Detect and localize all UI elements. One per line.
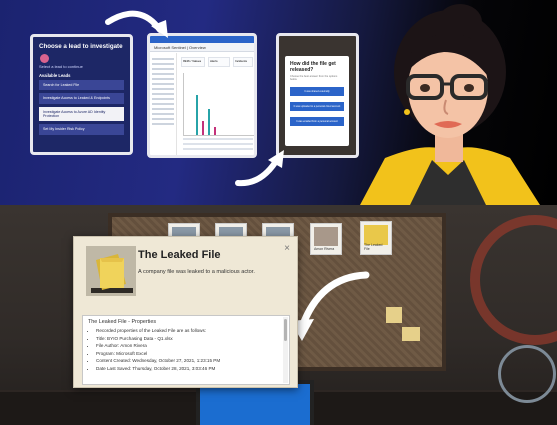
list-item: Recorded properties of the Leaked File a… [96,327,279,335]
properties-panel[interactable]: The Leaked File - Properties Recorded pr… [82,315,290,385]
close-icon[interactable]: × [284,243,290,254]
scrollbar-thumb[interactable] [284,319,287,341]
list-item: Program: Microsoft Excel [96,350,279,358]
dialog-title: The Leaked File [138,249,221,261]
properties-list: Recorded properties of the Leaked File a… [88,327,279,372]
scrollbar[interactable] [283,317,288,383]
file-thumbnail [86,246,136,296]
list-item: Title: BYIO Purchasing Data - Q1.xlsx [96,335,279,343]
list-item: File Author: Amon Rivera [96,342,279,350]
list-item: Date Last Saved: Thursday, October 28, 2… [96,365,279,373]
tutorial-banner: Choose a lead to investigate Select a le… [0,0,557,205]
properties-title: The Leaked File - Properties [88,319,157,325]
investigator-character-illustration [360,4,540,205]
leaked-file-dialog: × The Leaked File A company file was lea… [73,236,298,388]
folder-icon [86,246,136,296]
dialog-description: A company file was leaked to a malicious… [138,269,255,275]
list-item: Content Created: Wednesday, October 27, … [96,357,279,365]
